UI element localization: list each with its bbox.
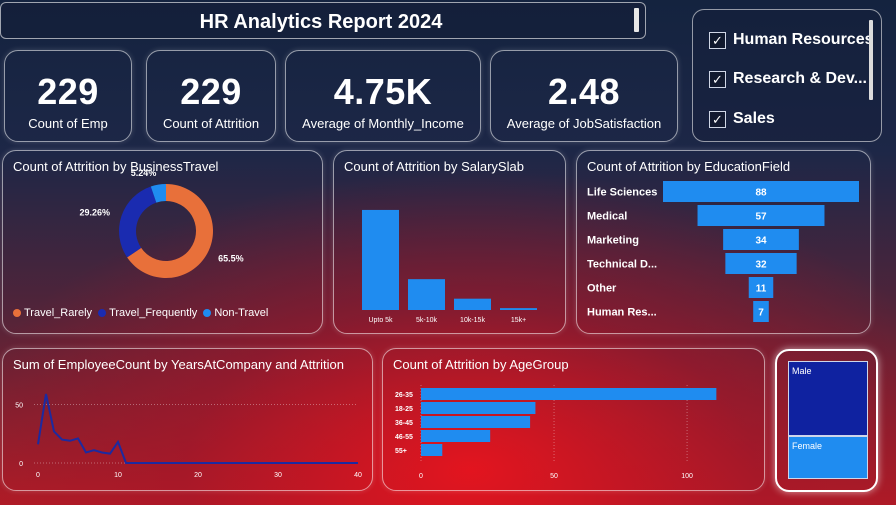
kpi-value: 2.48 — [547, 71, 621, 112]
bar — [362, 209, 399, 310]
bar — [408, 279, 445, 310]
x-tick-label: 10 — [114, 472, 122, 479]
title-scrollbar[interactable] — [634, 8, 639, 32]
chart-card-years-at-company: Sum of EmployeeCount by YearsAtCompany a… — [2, 348, 373, 491]
x-tick-label: 20 — [194, 472, 202, 479]
data-label: 7 — [758, 308, 764, 319]
treemap-label: Male — [792, 366, 812, 376]
kpi-label: Average of Monthly_Income — [302, 116, 464, 131]
education-funnel-chart: 88 Life Sciences 57 Medical 34 Marketing 32 Tec… — [587, 181, 859, 322]
category-label: Human Res... — [587, 307, 657, 319]
report-title-bar: HR Analytics Report 2024 — [0, 2, 646, 39]
data-label: 32 — [755, 260, 767, 271]
data-label: 11 — [756, 284, 767, 295]
category-label: 46-55 — [395, 434, 413, 441]
page-title: HR Analytics Report 2024 — [199, 11, 443, 33]
category-label: 55+ — [395, 448, 407, 455]
treemap-label: Female — [792, 441, 823, 451]
kpi-card-count-emp: 229 Count of Emp — [4, 50, 132, 142]
bar — [421, 388, 717, 400]
kpi-card-avg-job-satisfaction: 2.48 Average of JobSatisfaction — [490, 50, 678, 142]
kpi-value: 229 — [180, 71, 242, 112]
treemap-cell-male[interactable]: Male — [788, 361, 868, 436]
legend-swatch — [203, 309, 212, 317]
x-tick-label: 0 — [36, 472, 40, 479]
kpi-value: 229 — [37, 71, 99, 112]
x-tick-label: 40 — [354, 472, 362, 479]
legend-label: Travel_Rarely — [24, 307, 93, 319]
legend-item[interactable]: Travel_Frequently — [98, 307, 197, 319]
category-label: Other — [587, 283, 617, 295]
chart-card-business-travel: Count of Attrition by BusinessTravel 65.… — [2, 150, 323, 334]
years-line-chart: 0 50 0 10 20 30 40 — [15, 393, 362, 479]
bar — [421, 444, 443, 456]
age-bar-chart: 0 50 100 26-35 18-25 36-45 46-55 55+ — [395, 385, 717, 480]
slice-label: 5.24% — [131, 168, 157, 178]
donut-slice — [118, 186, 157, 258]
category-label: Medical — [587, 211, 627, 223]
data-label: 88 — [755, 188, 767, 199]
y-tick-label: 50 — [15, 403, 23, 410]
kpi-label: Count of Attrition — [162, 116, 260, 131]
kpi-label: Average of JobSatisfaction — [506, 116, 662, 131]
x-tick-label: 50 — [550, 473, 558, 480]
x-tick-label: 30 — [274, 472, 282, 479]
slicer-scrollbar[interactable] — [869, 20, 873, 100]
chart-card-age-group: Count of Attrition by AgeGroup 0 50 100 26-… — [382, 348, 765, 491]
kpi-value: 4.75K — [333, 71, 433, 112]
chart-card-education-field: Count of Attrition by EducationField 88 L… — [576, 150, 871, 334]
checkbox-icon[interactable]: ✓ — [709, 70, 726, 88]
category-label: 18-25 — [395, 406, 413, 413]
legend-label: Non-Travel — [214, 307, 269, 319]
legend-item[interactable]: Non-Travel — [203, 307, 268, 319]
legend-swatch — [98, 309, 107, 317]
kpi-card-count-attrition: 229 Count of Attrition — [146, 50, 276, 142]
category-label: 26-35 — [395, 392, 413, 399]
bar — [421, 402, 536, 414]
category-label: Marketing — [587, 235, 639, 247]
y-tick-label: 0 — [19, 461, 23, 468]
category-label: 36-45 — [395, 420, 413, 427]
bar — [500, 308, 537, 310]
category-label: Life Sciences — [587, 187, 657, 199]
kpi-card-avg-monthly-income: 4.75K Average of Monthly_Income — [285, 50, 481, 142]
bar — [454, 298, 491, 310]
x-tick-label: Upto 5k — [368, 317, 393, 324]
slicer-item-sales[interactable]: ✓ Sales — [709, 108, 775, 130]
x-tick-label: 0 — [419, 473, 423, 480]
legend-swatch — [13, 309, 21, 317]
slice-label: 65.5% — [218, 254, 244, 264]
category-label: Technical D... — [587, 259, 657, 271]
chart-card-salary-slab: Count of Attrition by SalarySlab Upto 5k… — [333, 150, 566, 334]
x-tick-label: 15k+ — [511, 317, 526, 324]
slicer-item-human-resources[interactable]: ✓ Human Resources — [709, 29, 874, 51]
kpi-label: Count of Emp — [28, 116, 108, 131]
bar — [421, 416, 531, 428]
legend-item[interactable]: Travel_Rarely — [13, 307, 92, 319]
slicer-item-label: Human Resources — [733, 31, 874, 48]
chart-legend: Travel_Rarely Travel_Frequently Non-Trav… — [13, 307, 274, 319]
x-tick-label: 10k-15k — [460, 317, 485, 324]
data-label: 34 — [755, 236, 767, 247]
slicer-item-research-dev[interactable]: ✓ Research & Dev... — [709, 68, 867, 90]
x-tick-label: 100 — [681, 473, 693, 480]
x-tick-label: 5k-10k — [416, 317, 438, 324]
checkbox-icon[interactable]: ✓ — [709, 31, 726, 49]
bar — [421, 430, 491, 442]
slice-label: 29.26% — [80, 207, 111, 217]
slicer-item-label: Research & Dev... — [733, 70, 867, 87]
checkbox-icon[interactable]: ✓ — [709, 110, 726, 128]
slicer-item-label: Sales — [733, 110, 775, 127]
treemap-cell-female[interactable]: Female — [788, 436, 868, 479]
salary-bar-chart: Upto 5k 5k-10k 10k-15k 15k+ — [362, 209, 537, 324]
department-slicer[interactable]: ✓ Human Resources ✓ Research & Dev... ✓ … — [692, 9, 882, 142]
legend-label: Travel_Frequently — [109, 307, 198, 319]
data-label: 57 — [755, 212, 767, 223]
gender-treemap[interactable]: Male Female — [775, 349, 878, 492]
